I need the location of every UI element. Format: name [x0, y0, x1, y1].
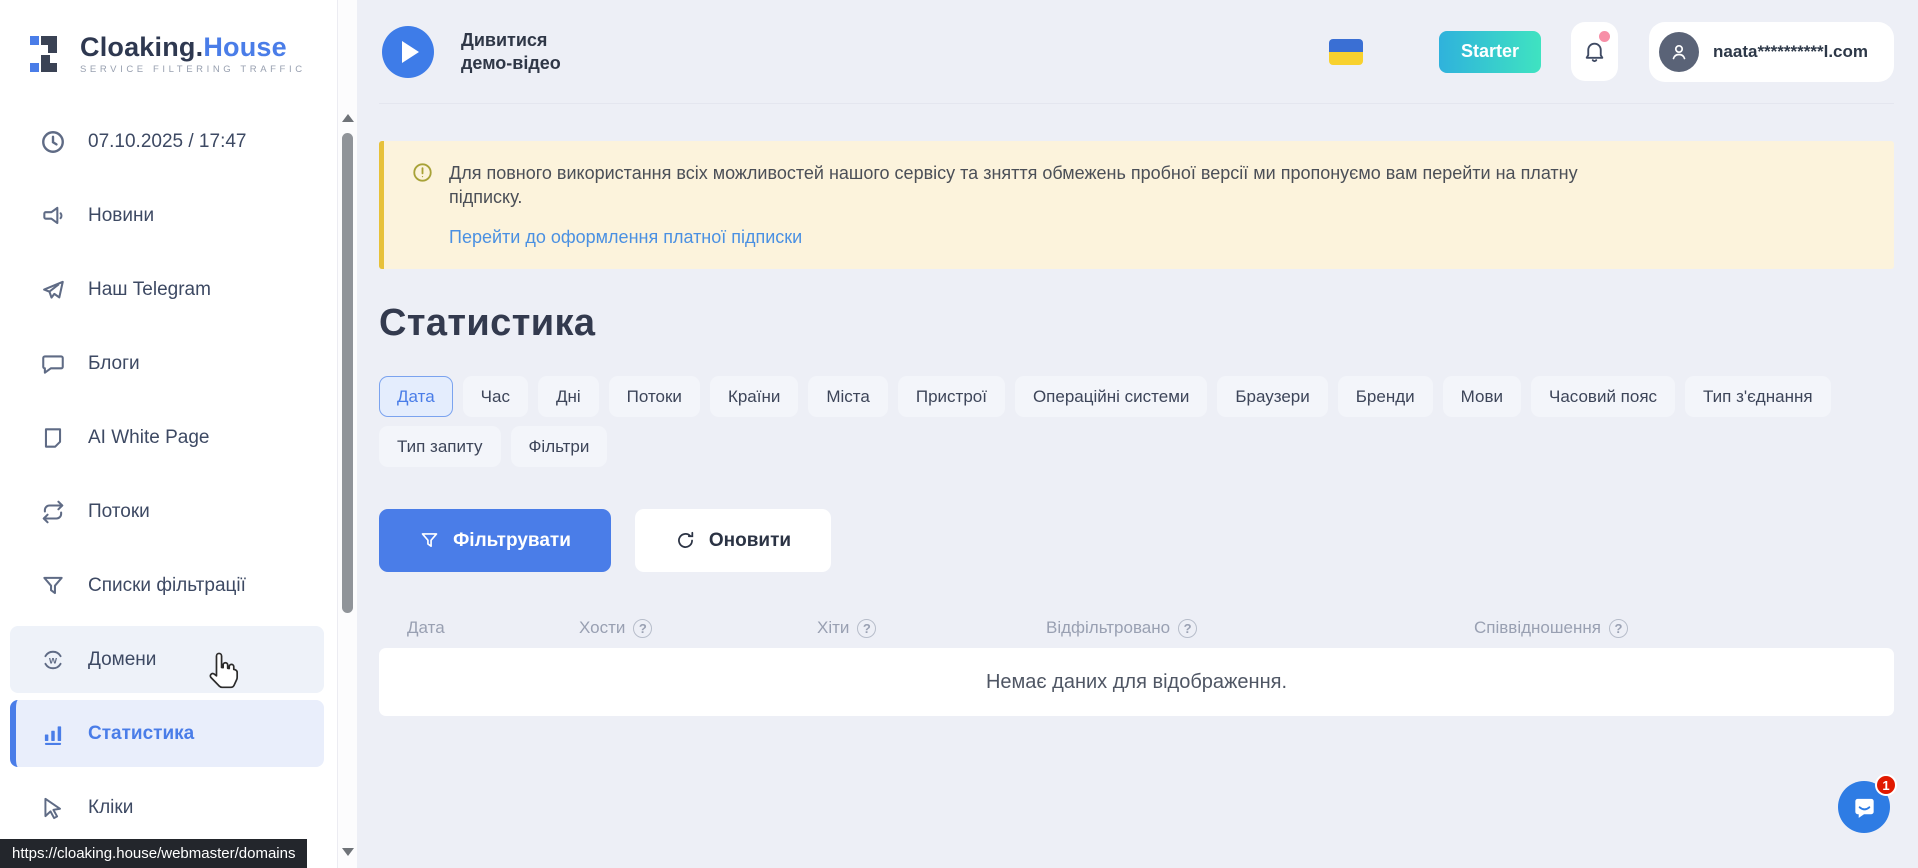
sidebar-item-domains[interactable]: w Домени [10, 626, 324, 693]
sidebar-item-news[interactable]: Новини [10, 182, 324, 249]
demo-video-play-button[interactable] [382, 26, 434, 78]
notifications-button[interactable] [1571, 22, 1618, 81]
chat-unread-badge: 1 [1875, 774, 1897, 796]
tab-languages[interactable]: Мови [1443, 376, 1521, 417]
brand-logo[interactable]: Cloaking.House SERVICE FILTERING TRAFFIC [0, 0, 337, 108]
column-header-date: Дата [407, 618, 579, 638]
sidebar: Cloaking.House SERVICE FILTERING TRAFFIC… [0, 0, 357, 868]
clock-icon [40, 129, 66, 155]
help-icon[interactable]: ? [633, 619, 652, 638]
top-bar: Дивитися демо-відео Starter [379, 0, 1894, 104]
bell-icon [1582, 39, 1607, 64]
page-icon [40, 425, 66, 451]
chat-widget-button[interactable]: 1 [1838, 781, 1890, 833]
sidebar-item-label: Наш Telegram [88, 279, 211, 301]
main-area: Дивитися демо-відео Starter [357, 0, 1918, 868]
tab-request-type[interactable]: Тип запиту [379, 426, 501, 467]
user-account-button[interactable]: naata**********l.com [1649, 22, 1894, 82]
tab-devices[interactable]: Пристрої [898, 376, 1005, 417]
statistics-filter-tabs: Дата Час Дні Потоки Країни Міста Пристро… [379, 376, 1894, 467]
refresh-icon [675, 530, 696, 551]
scrollbar-thumb[interactable] [342, 133, 353, 613]
sidebar-item-clicks[interactable]: Кліки [10, 774, 324, 841]
bar-chart-icon [40, 721, 66, 747]
tab-days[interactable]: Дні [538, 376, 599, 417]
play-icon [402, 41, 419, 63]
column-header-ratio: Співвідношення ? [1474, 618, 1628, 638]
scroll-down-arrow-icon[interactable] [342, 848, 354, 856]
tab-browsers[interactable]: Браузери [1217, 376, 1327, 417]
tab-filters[interactable]: Фільтри [511, 426, 608, 467]
sidebar-item-label: 07.10.2025 / 17:47 [88, 131, 246, 153]
domains-icon: w [40, 647, 66, 673]
tab-cities[interactable]: Міста [808, 376, 888, 417]
warning-icon [412, 162, 433, 183]
sidebar-item-label: Кліки [88, 797, 133, 819]
svg-text:w: w [48, 655, 58, 666]
sidebar-item-statistics[interactable]: Статистика [10, 700, 324, 767]
funnel-icon [419, 530, 440, 551]
chat-bubble-icon [40, 351, 66, 377]
alert-text: Для повного використання всіх можливосте… [449, 161, 1578, 249]
sidebar-item-ai-white-page[interactable]: AI White Page [10, 404, 324, 471]
notification-dot [1599, 31, 1610, 42]
demo-video-label[interactable]: Дивитися демо-відео [461, 29, 561, 75]
brand-tagline: SERVICE FILTERING TRAFFIC [80, 64, 306, 75]
tab-time[interactable]: Час [463, 376, 528, 417]
chat-smile-icon [1851, 794, 1878, 821]
help-icon[interactable]: ? [1178, 619, 1197, 638]
scroll-up-arrow-icon[interactable] [342, 114, 354, 122]
link-preview-statusbar: https://cloaking.house/webmaster/domains [0, 839, 307, 868]
sidebar-item-label: Блоги [88, 353, 140, 375]
sidebar-item-datetime: 07.10.2025 / 17:47 [10, 108, 324, 175]
tab-timezone[interactable]: Часовий пояс [1531, 376, 1675, 417]
tab-streams[interactable]: Потоки [609, 376, 700, 417]
tab-date[interactable]: Дата [379, 376, 453, 417]
avatar [1659, 32, 1699, 72]
brand-name: Cloaking.House [80, 33, 306, 61]
sidebar-item-label: AI White Page [88, 427, 209, 449]
sidebar-item-blogs[interactable]: Блоги [10, 330, 324, 397]
column-header-hits: Хіти ? [817, 618, 1046, 638]
column-header-hosts: Хости ? [579, 618, 817, 638]
cursor-arrow-icon [40, 795, 66, 821]
brand-logo-icon [28, 31, 66, 77]
sidebar-item-label: Потоки [88, 501, 150, 523]
plan-starter-button[interactable]: Starter [1439, 31, 1541, 73]
tab-connection-type[interactable]: Тип з'єднання [1685, 376, 1831, 417]
telegram-icon [40, 277, 66, 303]
sidebar-item-label: Статистика [88, 723, 194, 745]
streams-icon [40, 499, 66, 525]
page-title: Статистика [379, 302, 1894, 345]
column-header-filtered: Відфільтровано ? [1046, 618, 1474, 638]
sidebar-item-filter-lists[interactable]: Списки фільтрації [10, 552, 324, 619]
person-icon [1667, 40, 1691, 64]
megaphone-icon [40, 203, 66, 229]
sidebar-item-streams[interactable]: Потоки [10, 478, 324, 545]
app-window: Cloaking.House SERVICE FILTERING TRAFFIC… [0, 0, 1918, 868]
tab-operating-systems[interactable]: Операційні системи [1015, 376, 1207, 417]
sidebar-item-label: Новини [88, 205, 154, 227]
help-icon[interactable]: ? [857, 619, 876, 638]
sidebar-item-label: Списки фільтрації [88, 575, 246, 597]
subscribe-link[interactable]: Перейти до оформлення платної підписки [449, 225, 802, 249]
language-flag-ukraine[interactable] [1329, 39, 1363, 65]
trial-alert-banner: Для повного використання всіх можливосте… [379, 141, 1894, 269]
refresh-button[interactable]: Оновити [635, 509, 831, 572]
empty-table-state: Немає даних для відображення. [379, 648, 1894, 716]
sidebar-item-label: Домени [88, 649, 156, 671]
help-icon[interactable]: ? [1609, 619, 1628, 638]
tab-brands[interactable]: Бренди [1338, 376, 1433, 417]
filter-button[interactable]: Фільтрувати [379, 509, 611, 572]
funnel-icon [40, 573, 66, 599]
sidebar-scrollbar[interactable] [337, 0, 357, 868]
user-email: naata**********l.com [1713, 42, 1868, 62]
sidebar-item-telegram[interactable]: Наш Telegram [10, 256, 324, 323]
tab-countries[interactable]: Країни [710, 376, 798, 417]
statistics-table-header: Дата Хости ? Хіти ? Відфільтровано ? Спі… [379, 608, 1894, 648]
